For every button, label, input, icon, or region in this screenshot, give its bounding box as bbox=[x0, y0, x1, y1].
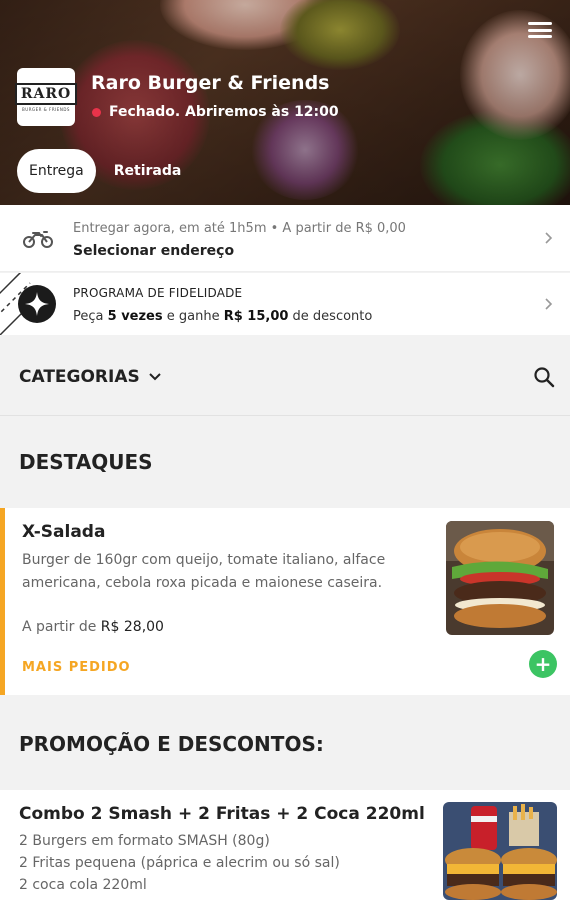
delivery-address-row[interactable]: Entregar agora, em até 1h5m • A partir d… bbox=[0, 205, 570, 272]
product-card-combo-smash[interactable]: Combo 2 Smash + 2 Fritas + 2 Coca 220ml … bbox=[0, 790, 570, 900]
product-description: 2 Burgers em formato SMASH (80g) 2 Frita… bbox=[19, 833, 340, 893]
tab-entrega[interactable]: Entrega bbox=[17, 149, 96, 193]
status-dot-icon bbox=[92, 107, 101, 117]
select-address-label: Selecionar endereço bbox=[73, 243, 235, 259]
logo-subtext: BURGER & FRIENDS bbox=[22, 106, 70, 112]
motorcycle-icon bbox=[23, 231, 53, 248]
product-description: Burger de 160gr com queijo, tomate itali… bbox=[22, 552, 386, 591]
product-image-burger[interactable] bbox=[446, 521, 554, 635]
categories-bar: CATEGORIAS bbox=[0, 340, 570, 416]
categories-dropdown[interactable]: CATEGORIAS bbox=[19, 367, 162, 387]
loyalty-title: PROGRAMA DE FIDELIDADE bbox=[73, 286, 243, 300]
categories-label: CATEGORIAS bbox=[19, 367, 140, 387]
store-status: Fechado. Abriremos às 12:00 bbox=[92, 104, 339, 120]
product-card-x-salada[interactable]: X-Salada Burger de 160gr com queijo, tom… bbox=[0, 508, 570, 695]
product-name: X-Salada bbox=[22, 522, 106, 542]
section-title-destaques: DESTAQUES bbox=[19, 450, 153, 474]
product-price: A partir de R$ 28,00 bbox=[22, 619, 164, 635]
loyalty-description: Peça 5 vezes e ganhe R$ 15,00 de descont… bbox=[73, 309, 373, 324]
store-name: Raro Burger & Friends bbox=[91, 72, 330, 94]
chevron-right-icon bbox=[545, 232, 553, 244]
loyalty-star-icon bbox=[18, 285, 56, 323]
logo-text: RARO bbox=[14, 82, 78, 105]
store-header-banner: RARO BURGER & FRIENDS Raro Burger & Frie… bbox=[0, 0, 570, 205]
hamburger-menu-icon[interactable] bbox=[528, 20, 552, 40]
add-to-cart-button[interactable]: + bbox=[529, 650, 557, 678]
product-image-combo[interactable] bbox=[443, 802, 557, 900]
store-status-text: Fechado. Abriremos às 12:00 bbox=[109, 104, 339, 120]
store-logo: RARO BURGER & FRIENDS bbox=[14, 68, 78, 126]
tab-retirada[interactable]: Retirada bbox=[102, 149, 194, 193]
section-title-promocao: PROMOÇÃO E DESCONTOS: bbox=[19, 732, 324, 756]
product-name: Combo 2 Smash + 2 Fritas + 2 Coca 220ml bbox=[19, 804, 425, 824]
most-ordered-badge: MAIS PEDIDO bbox=[22, 660, 131, 675]
chevron-right-icon bbox=[545, 298, 553, 310]
chevron-down-icon bbox=[149, 373, 161, 381]
search-icon[interactable] bbox=[532, 365, 556, 389]
loyalty-program-row[interactable]: PROGRAMA DE FIDELIDADE Peça 5 vezes e ga… bbox=[0, 273, 570, 335]
order-mode-tabs: Entrega Retirada bbox=[17, 149, 193, 193]
delivery-info: Entregar agora, em até 1h5m • A partir d… bbox=[73, 221, 406, 236]
